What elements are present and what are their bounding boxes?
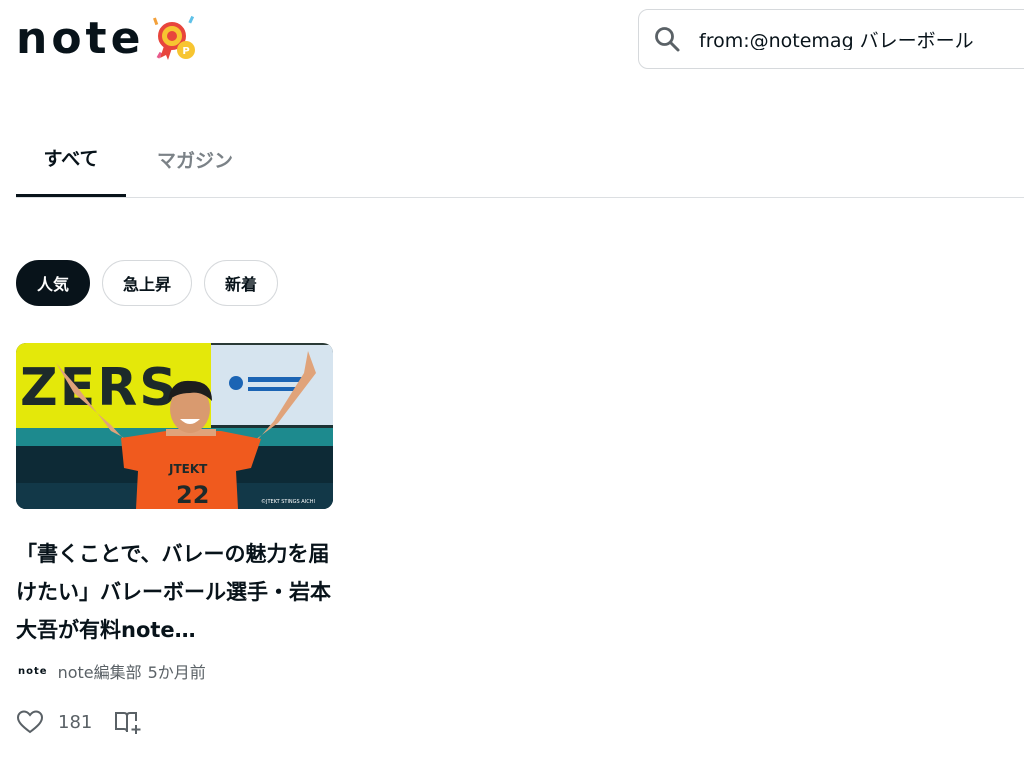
thumbnail-caption: ©JTEKT STINGS AICHI [261, 498, 315, 505]
add-to-magazine-icon[interactable] [114, 709, 142, 735]
result-tabs: すべて マガジン [16, 120, 1024, 198]
search-icon[interactable] [653, 25, 681, 53]
tab-magazine[interactable]: マガジン [140, 120, 250, 198]
svg-text:JTEKT: JTEKT [168, 462, 208, 476]
publish-time: 5か月前 [147, 663, 206, 682]
article-thumbnail[interactable]: ZERS JTEKT 22 ©JTEKT STINGS AICHI [16, 343, 333, 509]
filter-popular-chip[interactable]: 人気 [16, 260, 91, 306]
sort-filters: 人気 急上昇 新着 [16, 260, 279, 306]
search-box[interactable] [638, 9, 1024, 69]
heart-icon[interactable] [16, 709, 44, 735]
logo-text: note [16, 13, 145, 64]
svg-text:ZERS: ZERS [20, 358, 179, 418]
note-logo[interactable]: note P [16, 14, 200, 64]
svg-text:22: 22 [176, 481, 209, 509]
header: note P [0, 0, 1024, 80]
article-actions: 181 [16, 709, 333, 735]
search-input[interactable] [699, 28, 1024, 50]
article-card: ZERS JTEKT 22 ©JTEKT STINGS AICHI 「書くことで… [16, 343, 333, 735]
like-count: 181 [58, 711, 93, 733]
svg-text:P: P [183, 46, 190, 57]
filter-trending-chip[interactable]: 急上昇 [102, 260, 193, 306]
filter-new-chip[interactable]: 新着 [204, 260, 279, 306]
article-meta: note note編集部 5か月前 [16, 659, 333, 683]
article-title[interactable]: 「書くことで、バレーの魅力を届けたい」バレーボール選手・岩本大吾が有料note… [16, 535, 333, 649]
event-medal-icon: P [153, 15, 196, 60]
author-avatar-icon[interactable]: note [18, 666, 48, 677]
author-name[interactable]: note編集部 [58, 659, 142, 683]
tab-all[interactable]: すべて [16, 120, 126, 197]
